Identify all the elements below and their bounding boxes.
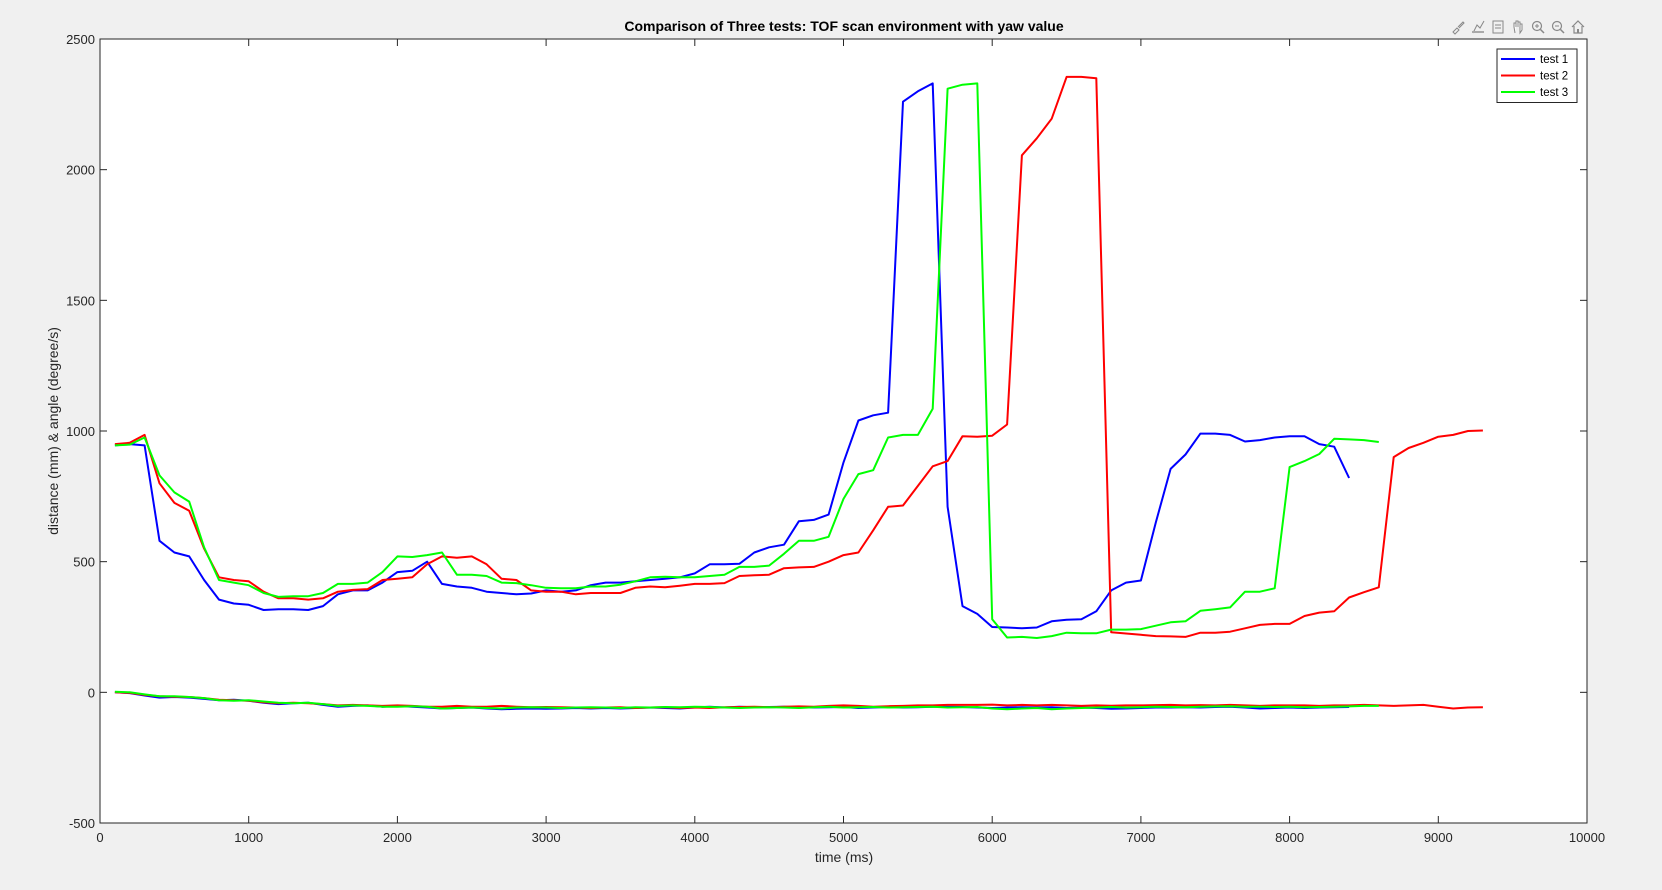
x-tick-label: 3000 (532, 830, 561, 845)
chart-title: Comparison of Three tests: TOF scan envi… (624, 18, 1063, 34)
x-tick-label: 9000 (1424, 830, 1453, 845)
legend-label: test 2 (1540, 71, 1568, 83)
x-tick-label: 2000 (383, 830, 412, 845)
y-tick-label: 2000 (66, 163, 95, 178)
zoom-out-icon[interactable] (1548, 16, 1568, 38)
y-tick-label: 1000 (66, 424, 95, 439)
x-tick-label: 0 (96, 830, 103, 845)
y-tick-label: 0 (88, 685, 95, 700)
legend-label: test 1 (1540, 54, 1568, 66)
x-axis-label: time (ms) (815, 849, 873, 865)
pan-icon[interactable] (1508, 16, 1528, 38)
legend[interactable]: test 1 test 2 test 3 (1496, 48, 1578, 103)
chart-figure: 0 1000 2000 3000 4000 5000 6000 7000 8000 9000 100… (45, 18, 1605, 865)
y-tick-label: 1500 (66, 293, 95, 308)
y-axis-label: distance (mm) & angle (degree/s) (45, 327, 61, 535)
x-tick-label: 4000 (680, 830, 709, 845)
y-tick-label: -500 (69, 816, 95, 831)
y-tick-label: 500 (73, 555, 95, 570)
x-tick-label: 10000 (1569, 830, 1605, 845)
home-icon[interactable] (1568, 16, 1588, 38)
y-tick-label: 2500 (66, 32, 95, 47)
brush-icon[interactable] (1448, 16, 1468, 38)
x-tick-label: 5000 (829, 830, 858, 845)
x-tick-label: 7000 (1126, 830, 1155, 845)
zoom-in-icon[interactable] (1528, 16, 1548, 38)
x-tick-label: 1000 (234, 830, 263, 845)
x-tick-label: 8000 (1275, 830, 1304, 845)
legend-label: test 3 (1540, 87, 1568, 99)
legend-toggle-icon[interactable] (1488, 16, 1508, 38)
axes-toolbar (1448, 16, 1588, 38)
x-tick-label: 6000 (978, 830, 1007, 845)
data-tips-icon[interactable] (1468, 16, 1488, 38)
